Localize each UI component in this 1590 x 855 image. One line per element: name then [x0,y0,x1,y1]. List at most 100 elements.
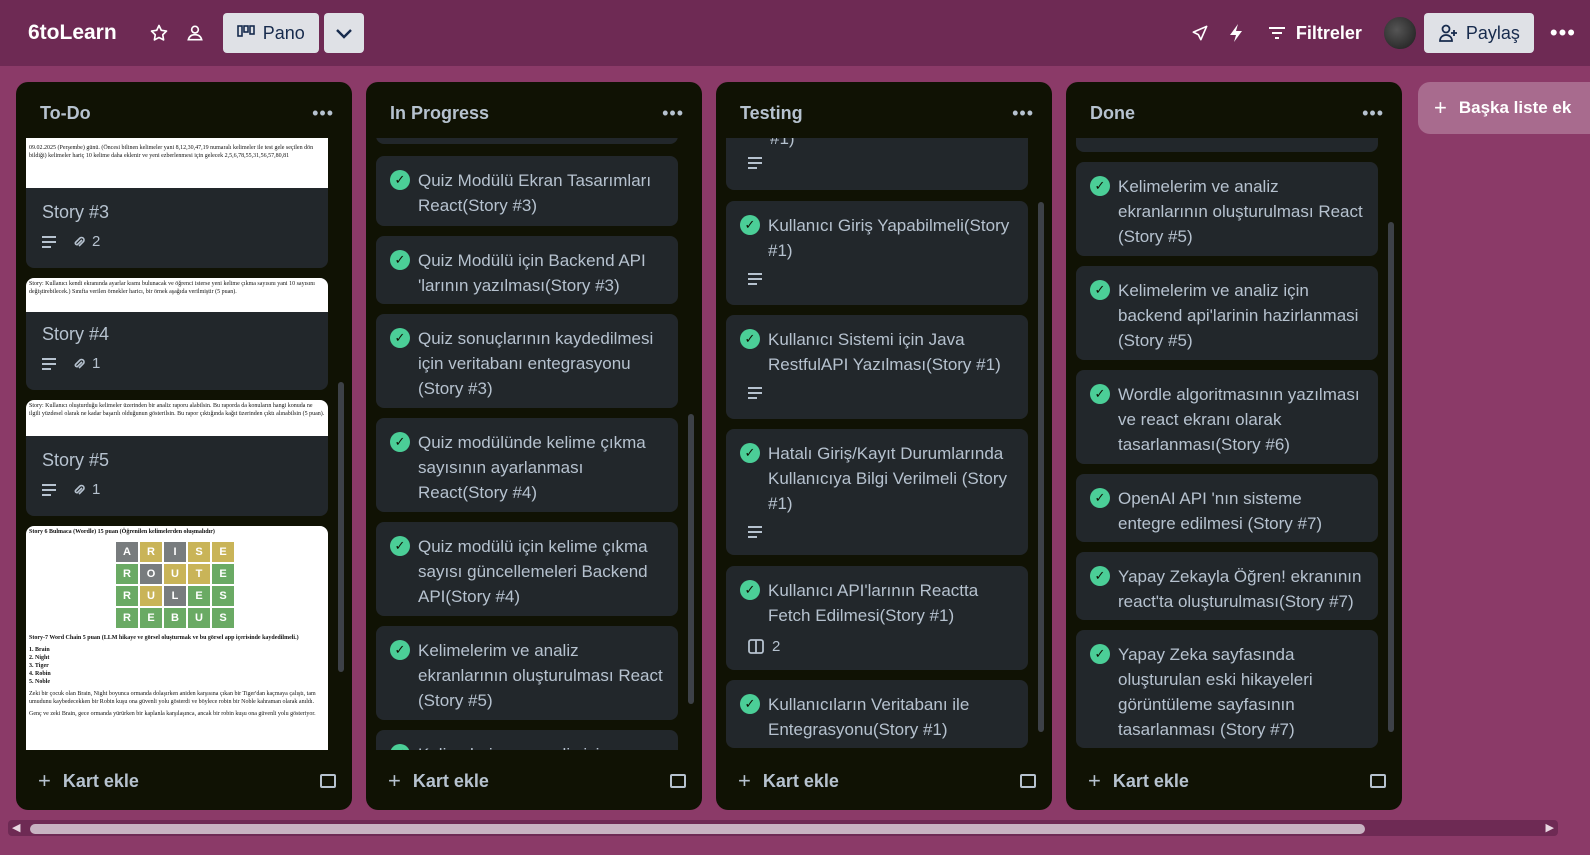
board-title[interactable]: 6toLearn [28,21,117,45]
check-complete-icon[interactable]: ✓ [1090,384,1110,404]
list-scrollbar-thumb[interactable] [688,414,694,704]
list-menu-icon[interactable]: ••• [312,103,334,124]
list-card[interactable]: ✓ Yapay Zekayla Öğren! ekranının react'ta… [1076,552,1378,620]
wordle-tile: O [140,564,162,584]
card-title: Yapay Zekayla Öğren! ekranının react'ta … [1118,567,1362,611]
check-complete-icon[interactable]: ✓ [1090,280,1110,300]
check-complete-icon[interactable]: ✓ [390,170,410,190]
check-complete-icon[interactable]: ✓ [740,443,760,463]
card-template-icon[interactable] [1020,774,1036,788]
list-card[interactable]: ✓ OpenAI API 'nın sisteme entegre edilmes… [1076,474,1378,542]
card-story-6-cover[interactable]: Story 6 Bulmaca (Wordle) 15 puan (Öğreni… [26,526,328,750]
list-card[interactable]: ✓ Kelimelerim ve analiz için [376,730,678,750]
list-card[interactable]: ✓ Quiz sonuçlarının kaydedilmesi için ver… [376,314,678,408]
view-switcher-button[interactable] [323,13,364,53]
list-title[interactable]: To-Do [40,103,91,124]
wordle-tile: E [188,586,210,606]
list-scrollbar-thumb[interactable] [1038,202,1044,732]
card-title: Wordle algoritmasının yazılması ve react… [1118,385,1360,454]
check-complete-icon[interactable]: ✓ [390,744,410,750]
list-card[interactable]: ✓ Quiz Modülü Ekran Tasarımları React(Sto… [376,156,678,226]
check-complete-icon[interactable]: ✓ [1090,644,1110,664]
list-card[interactable]: ✓ Quiz modülünde kelime çıkma sayısının a… [376,418,678,512]
more-icon[interactable]: ••• [1550,20,1576,46]
share-button[interactable]: Paylaş [1423,13,1534,53]
add-card-button[interactable]: + Kart ekle [738,768,839,794]
rocket-icon[interactable] [1182,15,1218,51]
list-card[interactable]: ✓ Kullanıcı Giriş Yapabilmeli(Story #1) [726,201,1028,305]
check-complete-icon[interactable]: ✓ [1090,176,1110,196]
list-card-partial[interactable]: #1) [726,138,1028,190]
wordle-tile: R [116,586,138,606]
description-icon [748,273,762,285]
wordle-tile: E [212,542,234,562]
card-template-icon[interactable] [320,774,336,788]
card-body: Story #3 2 [26,188,328,250]
card-template-icon[interactable] [670,774,686,788]
check-complete-icon[interactable]: ✓ [390,640,410,660]
board-view-button[interactable]: Pano [222,13,319,53]
check-complete-icon[interactable]: ✓ [1090,566,1110,586]
list-card[interactable]: ✓ Wordle algoritmasının yazılması ve reac… [1076,370,1378,464]
list-card[interactable]: ✓ Quiz Modülü için Backend API 'larının y… [376,236,678,304]
list-card[interactable]: ✓ Kullanıcı Sistemi için Java RestfulAPI … [726,315,1028,419]
check-complete-icon[interactable]: ✓ [740,215,760,235]
card-story-4[interactable]: Story: Kullanıcı kendi ekranında ayarlar… [26,278,328,390]
wordle-tile: A [116,542,138,562]
list-card[interactable]: ✓ Kullanıcıların Veritabanı ile Entegrasy… [726,680,1028,748]
card-body: ✓ Quiz Modülü Ekran Tasarımları React(Sto… [376,156,678,218]
wordle-tile: S [188,542,210,562]
list-card[interactable]: ✓ Quiz modülü için kelime çıkma sayısı gü… [376,522,678,616]
list-menu-icon[interactable]: ••• [1362,103,1384,124]
card-story-5[interactable]: Story: Kullanıcı oluşturduğu kelimeler ü… [26,400,328,516]
card-title: #1) [770,138,795,148]
card-body: ✓ Kullanıcıların Veritabanı ile Entegrasy… [726,680,1028,742]
check-complete-icon[interactable]: ✓ [390,250,410,270]
add-card-button[interactable]: + Kart ekle [1088,768,1189,794]
add-card-button[interactable]: + Kart ekle [38,768,139,794]
scroll-right-icon[interactable]: ▶ [1546,821,1554,834]
scroll-left-icon[interactable]: ◀ [12,821,20,834]
list-card[interactable]: ✓ Kelimelerim ve analiz için backend api'… [1076,266,1378,360]
list-card[interactable]: ✓ Kelimelerim ve analiz ekranlarının oluş… [376,626,678,720]
check-complete-icon[interactable]: ✓ [740,329,760,349]
list-scrollbar-thumb[interactable] [338,382,344,672]
check-complete-icon[interactable]: ✓ [740,580,760,600]
star-icon[interactable] [141,15,177,51]
list-menu-icon[interactable]: ••• [662,103,684,124]
add-list-button[interactable]: + Başka liste ek [1418,82,1590,134]
list-title[interactable]: Testing [740,103,803,124]
list-card[interactable]: ✓ Kullanıcı API'larının Reactta Fetch Edi… [726,566,1028,670]
attachment-badge: 2 [72,233,100,250]
check-complete-icon[interactable]: ✓ [1090,488,1110,508]
list-scrollbar[interactable] [1038,142,1044,746]
description-icon [42,235,56,248]
check-complete-icon[interactable]: ✓ [390,536,410,556]
filter-button[interactable]: Filtreler [1268,23,1362,44]
list-title[interactable]: In Progress [390,103,489,124]
list-card[interactable]: ✓ Kelimelerim ve analiz ekranlarının oluş… [1076,162,1378,256]
list-title[interactable]: Done [1090,103,1135,124]
list-scrollbar-thumb[interactable] [1388,222,1394,732]
list-card-partial[interactable] [1076,138,1378,152]
attachment-badge: 1 [72,481,100,498]
list-card-partial[interactable] [376,138,678,144]
avatar[interactable] [1381,15,1418,51]
check-complete-icon[interactable]: ✓ [390,328,410,348]
add-card-button[interactable]: + Kart ekle [388,768,489,794]
check-complete-icon[interactable]: ✓ [390,432,410,452]
list-card[interactable]: ✓ Hatalı Giriş/Kayıt Durumlarında Kullanı… [726,429,1028,555]
check-complete-icon[interactable]: ✓ [740,694,760,714]
card-title: Kelimelerim ve analiz için backend api'l… [1118,281,1359,350]
board-scrollbar-thumb[interactable] [30,824,1365,834]
list-card[interactable]: ✓ Yapay Zeka sayfasında oluşturulan eski … [1076,630,1378,748]
list-menu-icon[interactable]: ••• [1012,103,1034,124]
board-horizontal-scrollbar[interactable]: ◀ ▶ [8,820,1558,836]
list-scrollbar[interactable] [688,142,694,746]
card-story-3[interactable]: 09.02.2025 (Perşembe) günü. (Öncesi bili… [26,138,328,268]
automation-bolt-icon[interactable] [1218,15,1254,51]
workspace-visibility-icon[interactable] [177,15,213,51]
list-scrollbar[interactable] [1388,142,1394,746]
card-template-icon[interactable] [1370,774,1386,788]
list-scrollbar[interactable] [338,142,344,746]
